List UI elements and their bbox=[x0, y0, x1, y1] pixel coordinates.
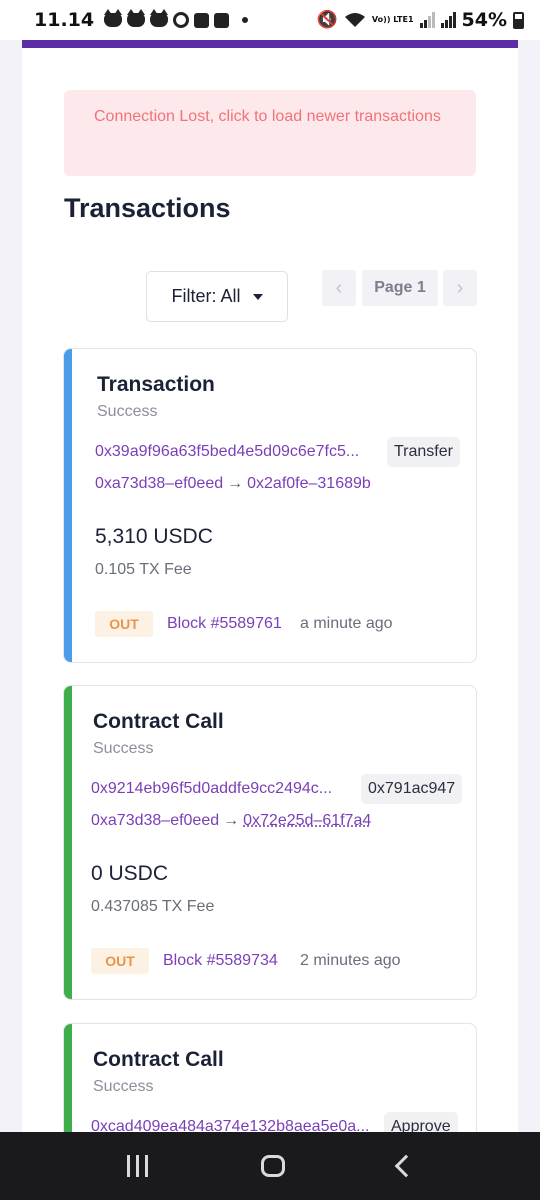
arrow-right-icon: → bbox=[223, 812, 240, 829]
more-notifications-dot-icon bbox=[242, 17, 249, 23]
from-address-link[interactable]: 0xa73d38–ef0eed bbox=[95, 475, 223, 492]
transaction-fee: 0.105 TX Fee bbox=[95, 561, 192, 578]
back-icon[interactable] bbox=[394, 1154, 417, 1178]
transaction-time: 2 minutes ago bbox=[300, 952, 401, 969]
direction-badge: OUT bbox=[95, 611, 153, 637]
from-address-link[interactable]: 0xa73d38–ef0eed bbox=[91, 812, 219, 829]
status-bar: 11.14 🔇 Vo)) LTE1 54% bbox=[0, 0, 540, 40]
transaction-hash-link[interactable]: 0x9214eb96f5d0addfe9cc2494c... bbox=[91, 780, 359, 798]
page-title: Transactions bbox=[64, 193, 231, 223]
transaction-type: Transaction bbox=[97, 373, 215, 396]
transaction-fee: 0.437085 TX Fee bbox=[91, 898, 215, 915]
cat-app-icon bbox=[150, 9, 169, 27]
prev-page-button[interactable]: ‹ bbox=[322, 270, 356, 306]
filter-dropdown[interactable]: Filter: All bbox=[146, 271, 288, 322]
transaction-status: Success bbox=[93, 740, 154, 757]
bag-app-icon bbox=[194, 12, 210, 28]
caret-down-icon bbox=[252, 293, 263, 300]
notification-icons bbox=[104, 9, 249, 28]
network-type-label: Vo)) LTE1 bbox=[371, 15, 414, 24]
status-time: 11.14 bbox=[34, 9, 95, 31]
transaction-accent-bar bbox=[64, 1024, 72, 1132]
transaction-hash-link[interactable]: 0x39a9f96a63f5bed4e5d09c6e7fc5... bbox=[95, 443, 382, 461]
transaction-amount: 0 USDC bbox=[91, 862, 169, 885]
ring-app-icon bbox=[173, 12, 190, 28]
connection-lost-alert[interactable]: Connection Lost, click to load newer tra… bbox=[64, 90, 476, 176]
mute-icon: 🔇 bbox=[316, 10, 338, 30]
transaction-status: Success bbox=[93, 1078, 154, 1095]
transaction-accent-bar bbox=[64, 349, 72, 662]
transaction-hash-link[interactable]: 0xcad409ea484a374e132b8aea5e0a... bbox=[91, 1118, 379, 1132]
transaction-card: Contract Call Success 0x9214eb96f5d0addf… bbox=[63, 685, 477, 1000]
next-page-button[interactable]: › bbox=[443, 270, 477, 306]
transaction-route: 0xa73d38–ef0eed → 0x72e25d–61f7a4 bbox=[91, 812, 371, 830]
transaction-time: a minute ago bbox=[300, 615, 393, 632]
system-icons: 🔇 Vo)) LTE1 54% bbox=[317, 9, 524, 31]
signal-2-icon bbox=[440, 12, 456, 28]
cat-app-icon bbox=[127, 9, 146, 27]
transaction-amount: 5,310 USDC bbox=[95, 525, 213, 548]
home-icon[interactable] bbox=[260, 1155, 285, 1177]
transaction-card: Transaction Success 0x39a9f96a63f5bed4e5… bbox=[63, 348, 477, 663]
to-address-link[interactable]: 0x72e25d–61f7a4 bbox=[243, 812, 371, 829]
direction-badge: OUT bbox=[91, 948, 149, 974]
wifi-icon bbox=[344, 13, 365, 27]
transaction-type: Contract Call bbox=[93, 1048, 224, 1071]
method-badge: Transfer bbox=[387, 437, 460, 467]
arrow-right-icon: → bbox=[227, 475, 244, 492]
cat-app-icon bbox=[104, 9, 123, 27]
transaction-type: Contract Call bbox=[93, 710, 224, 733]
battery-percentage: 54% bbox=[461, 9, 507, 31]
battery-icon bbox=[513, 11, 524, 29]
page-indicator: Page 1 bbox=[362, 270, 438, 306]
block-link[interactable]: Block #5589734 bbox=[163, 952, 278, 970]
filter-label: Filter: All bbox=[171, 286, 241, 306]
recent-apps-icon[interactable] bbox=[126, 1155, 148, 1177]
system-navigation-bar bbox=[0, 1132, 540, 1200]
transaction-status: Success bbox=[97, 403, 158, 420]
method-badge: 0x791ac947 bbox=[361, 774, 463, 804]
transaction-accent-bar bbox=[64, 686, 72, 999]
transaction-route: 0xa73d38–ef0eed → 0x2af0fe–31689b bbox=[95, 475, 371, 493]
to-address-link[interactable]: 0x2af0fe–31689b bbox=[247, 475, 371, 492]
signal-1-icon bbox=[419, 12, 435, 28]
transactions-page: Connection Lost, click to load newer tra… bbox=[22, 48, 518, 1132]
header-accent-bar bbox=[22, 40, 518, 48]
bag-app-icon bbox=[214, 12, 230, 28]
transaction-card: Contract Call Success 0xcad409ea484a374e… bbox=[63, 1023, 477, 1132]
method-badge: Approve bbox=[384, 1112, 458, 1132]
alert-text: Connection Lost, click to load newer tra… bbox=[94, 108, 441, 125]
block-link[interactable]: Block #5589761 bbox=[167, 615, 282, 633]
